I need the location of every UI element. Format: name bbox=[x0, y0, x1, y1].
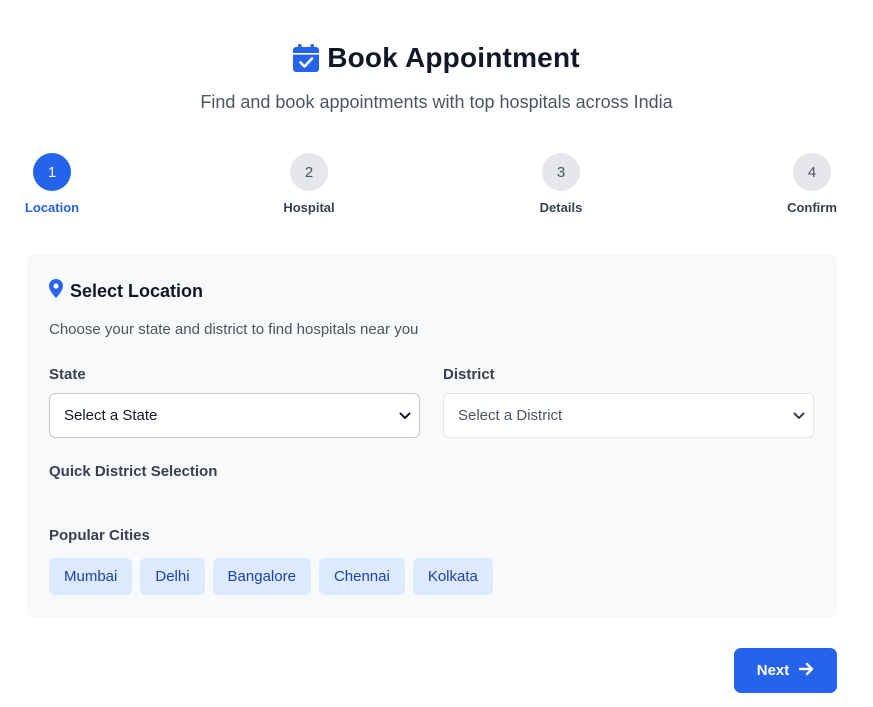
chevron-down-icon bbox=[399, 407, 411, 424]
card-title: Select Location bbox=[70, 280, 204, 301]
city-chip-kolkata[interactable]: Kolkata bbox=[412, 558, 493, 595]
step-label: Details bbox=[539, 200, 583, 215]
city-chip-mumbai[interactable]: Mumbai bbox=[49, 558, 133, 595]
arrow-right-icon bbox=[799, 662, 814, 680]
popular-cities-list: Mumbai Delhi Bangalore Chennai Kolkata bbox=[49, 558, 493, 595]
page-subtitle: Find and book appointments with top hosp… bbox=[200, 92, 673, 112]
step-location: 1 Location bbox=[7, 153, 97, 215]
next-button-label: Next bbox=[756, 662, 790, 679]
step-label: Location bbox=[24, 200, 80, 215]
page-header: Book Appointment Find and book appointme… bbox=[0, 42, 873, 113]
state-select-value: Select a State bbox=[64, 407, 158, 424]
step-confirm: 4 Confirm bbox=[767, 153, 857, 215]
district-label: District bbox=[443, 366, 495, 383]
state-select[interactable]: Select a State bbox=[49, 393, 420, 438]
step-hospital: 2 Hospital bbox=[264, 153, 354, 215]
card-description: Choose your state and district to find h… bbox=[49, 321, 419, 338]
next-button[interactable]: Next bbox=[734, 648, 837, 693]
step-number: 2 bbox=[290, 153, 328, 191]
city-chip-delhi[interactable]: Delhi bbox=[140, 558, 205, 595]
popular-cities-label: Popular Cities bbox=[49, 527, 150, 544]
title-row: Book Appointment bbox=[293, 42, 580, 74]
step-label: Confirm bbox=[787, 200, 837, 215]
location-card: Select Location Choose your state and di… bbox=[27, 254, 837, 618]
step-number: 4 bbox=[793, 153, 831, 191]
city-chip-bangalore[interactable]: Bangalore bbox=[212, 558, 311, 595]
city-chip-chennai[interactable]: Chennai bbox=[318, 558, 405, 595]
card-header: Select Location bbox=[49, 279, 203, 303]
calendar-check-icon bbox=[293, 44, 320, 72]
map-pin-icon bbox=[49, 279, 63, 303]
step-number: 3 bbox=[542, 153, 580, 191]
district-select[interactable]: Select a District bbox=[443, 393, 814, 438]
district-select-value: Select a District bbox=[458, 407, 563, 424]
state-label: State bbox=[49, 366, 86, 383]
page-title: Book Appointment bbox=[327, 42, 580, 73]
chevron-down-icon bbox=[793, 407, 805, 424]
step-label: Hospital bbox=[283, 200, 335, 215]
quick-district-label: Quick District Selection bbox=[49, 463, 218, 480]
step-number: 1 bbox=[33, 153, 71, 191]
step-details: 3 Details bbox=[516, 153, 606, 215]
